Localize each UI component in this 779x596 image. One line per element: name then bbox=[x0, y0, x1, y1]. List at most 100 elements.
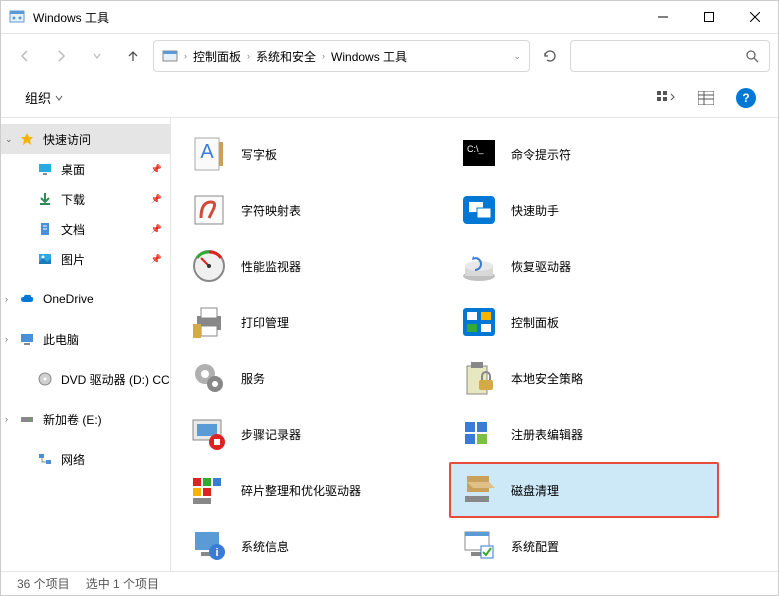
minimize-button[interactable] bbox=[640, 1, 686, 33]
psr-icon bbox=[189, 414, 229, 454]
item-perfmon[interactable]: 性能监视器 bbox=[179, 238, 449, 294]
sidebar-network[interactable]: 网络 bbox=[1, 444, 170, 474]
sidebar-dvd-drive[interactable]: DVD 驱动器 (D:) CC bbox=[1, 364, 170, 394]
sidebar-downloads[interactable]: 下载 📌 bbox=[1, 184, 170, 214]
recovery-icon bbox=[459, 246, 499, 286]
chevron-right-icon: › bbox=[184, 51, 187, 61]
sidebar-documents[interactable]: 文档 📌 bbox=[1, 214, 170, 244]
regedit-icon bbox=[459, 414, 499, 454]
perfmon-icon bbox=[189, 246, 229, 286]
sidebar-item-label: 快速访问 bbox=[43, 131, 91, 148]
sidebar-item-label: 下载 bbox=[61, 191, 85, 208]
pc-icon bbox=[19, 331, 35, 347]
item-label: 本地安全策略 bbox=[511, 370, 583, 387]
svg-text:i: i bbox=[215, 547, 218, 559]
folder-icon bbox=[162, 48, 178, 64]
search-icon bbox=[745, 49, 759, 63]
cleanmgr-icon bbox=[459, 470, 499, 510]
item-printmgmt[interactable]: 打印管理 bbox=[179, 294, 449, 350]
sidebar-item-label: 新加卷 (E:) bbox=[43, 411, 102, 428]
item-controlpanel[interactable]: 控制面板 bbox=[449, 294, 719, 350]
item-regedit[interactable]: 注册表编辑器 bbox=[449, 406, 719, 462]
search-input[interactable] bbox=[570, 40, 770, 72]
sidebar-item-label: 此电脑 bbox=[43, 331, 79, 348]
item-quickassist[interactable]: 快速助手 bbox=[449, 182, 719, 238]
breadcrumb[interactable]: › 控制面板 › 系统和安全 › Windows 工具 ⌄ bbox=[153, 40, 530, 72]
sidebar-item-label: 桌面 bbox=[61, 161, 85, 178]
toolbar: 组织 ? bbox=[1, 78, 778, 118]
pin-icon: 📌 bbox=[151, 164, 162, 175]
item-recovery[interactable]: 恢复驱动器 bbox=[449, 238, 719, 294]
secpol-icon bbox=[459, 358, 499, 398]
item-sysinfo[interactable]: i 系统信息 bbox=[179, 518, 449, 572]
close-button[interactable] bbox=[732, 1, 778, 33]
desktop-icon bbox=[37, 161, 53, 177]
sysinfo-icon: i bbox=[189, 526, 229, 566]
chevron-down-icon: ⌄ bbox=[5, 134, 13, 145]
recent-dropdown[interactable] bbox=[81, 40, 113, 72]
item-wordpad[interactable]: A 写字板 bbox=[179, 126, 449, 182]
item-msconfig[interactable]: 系统配置 bbox=[449, 518, 719, 572]
item-services[interactable]: 服务 bbox=[179, 350, 449, 406]
item-label: 服务 bbox=[241, 370, 265, 387]
pin-icon: 📌 bbox=[151, 254, 162, 265]
help-button[interactable]: ? bbox=[730, 82, 762, 114]
item-defrag[interactable]: 碎片整理和优化驱动器 bbox=[179, 462, 449, 518]
sidebar: ⌄ 快速访问 桌面 📌 下载 📌 文档 📌 图片 📌 › OneD bbox=[1, 118, 171, 572]
sidebar-this-pc[interactable]: › 此电脑 bbox=[1, 324, 170, 354]
sidebar-onedrive[interactable]: › OneDrive bbox=[1, 284, 170, 314]
printer-icon bbox=[189, 302, 229, 342]
item-label: 快速助手 bbox=[511, 202, 559, 219]
item-psr[interactable]: 步骤记录器 bbox=[179, 406, 449, 462]
crumb-root[interactable]: 控制面板 bbox=[193, 48, 241, 65]
maximize-button[interactable] bbox=[686, 1, 732, 33]
sidebar-desktop[interactable]: 桌面 📌 bbox=[1, 154, 170, 184]
back-button[interactable] bbox=[9, 40, 41, 72]
pin-icon: 📌 bbox=[151, 224, 162, 235]
chevron-right-icon: › bbox=[5, 414, 8, 424]
forward-button[interactable] bbox=[45, 40, 77, 72]
organize-label: 组织 bbox=[25, 88, 51, 107]
sidebar-pictures[interactable]: 图片 📌 bbox=[1, 244, 170, 274]
charmap-icon bbox=[189, 190, 229, 230]
item-charmap[interactable]: 字符映射表 bbox=[179, 182, 449, 238]
app-icon bbox=[9, 9, 25, 25]
sidebar-item-label: 图片 bbox=[61, 251, 85, 268]
quickassist-icon bbox=[459, 190, 499, 230]
item-label: 恢复驱动器 bbox=[511, 258, 571, 275]
crumb-leaf[interactable]: Windows 工具 bbox=[331, 48, 407, 65]
svg-text:A: A bbox=[200, 141, 214, 163]
document-icon bbox=[37, 221, 53, 237]
sidebar-volume-e[interactable]: › 新加卷 (E:) bbox=[1, 404, 170, 434]
item-label: 字符映射表 bbox=[241, 202, 301, 219]
item-label: 性能监视器 bbox=[241, 258, 301, 275]
organize-button[interactable]: 组织 bbox=[17, 84, 71, 111]
item-label: 注册表编辑器 bbox=[511, 426, 583, 443]
controlpanel-icon bbox=[459, 302, 499, 342]
view-details-button[interactable] bbox=[690, 82, 722, 114]
view-icons-button[interactable] bbox=[650, 82, 682, 114]
chevron-right-icon: › bbox=[322, 51, 325, 61]
titlebar: Windows 工具 bbox=[1, 1, 778, 33]
item-label: 控制面板 bbox=[511, 314, 559, 331]
chevron-right-icon: › bbox=[247, 51, 250, 61]
disc-icon bbox=[37, 371, 53, 387]
item-label: 步骤记录器 bbox=[241, 426, 301, 443]
up-button[interactable] bbox=[117, 40, 149, 72]
item-label: 系统信息 bbox=[241, 538, 289, 555]
item-cleanmgr[interactable]: 磁盘清理 bbox=[449, 462, 719, 518]
network-icon bbox=[37, 451, 53, 467]
item-label: 命令提示符 bbox=[511, 146, 571, 163]
refresh-button[interactable] bbox=[534, 40, 566, 72]
address-bar: › 控制面板 › 系统和安全 › Windows 工具 ⌄ bbox=[1, 34, 778, 78]
crumb-mid[interactable]: 系统和安全 bbox=[256, 48, 316, 65]
item-cmd[interactable]: C:\_ 命令提示符 bbox=[449, 126, 719, 182]
sidebar-quick-access[interactable]: ⌄ 快速访问 bbox=[1, 124, 170, 154]
chevron-right-icon: › bbox=[5, 334, 8, 344]
chevron-down-icon[interactable]: ⌄ bbox=[513, 51, 521, 62]
item-label: 系统配置 bbox=[511, 538, 559, 555]
item-label: 碎片整理和优化驱动器 bbox=[241, 482, 361, 499]
defrag-icon bbox=[189, 470, 229, 510]
item-secpol[interactable]: 本地安全策略 bbox=[449, 350, 719, 406]
services-icon bbox=[189, 358, 229, 398]
